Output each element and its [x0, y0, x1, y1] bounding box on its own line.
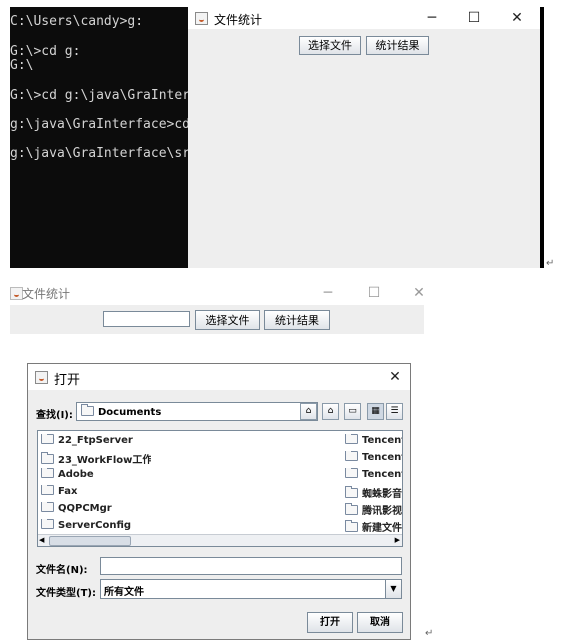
select-file-button[interactable]: 选择文件: [195, 310, 260, 330]
list-view-icon[interactable]: ▦: [367, 403, 384, 420]
lookin-value: Documents: [98, 407, 162, 418]
folder-icon: [41, 452, 54, 464]
title-bar: 文件统计 ─ ☐ ✕: [188, 7, 540, 29]
list-item[interactable]: Adobe: [41, 468, 151, 483]
new-folder-icon[interactable]: ▭: [344, 403, 361, 420]
window-border: [540, 7, 544, 268]
scrollbar-thumb[interactable]: [49, 536, 131, 546]
folder-icon: [41, 502, 54, 512]
paragraph-mark: ↵: [546, 258, 555, 269]
java-icon: [195, 12, 208, 25]
console-line: G:\: [10, 58, 34, 73]
list-item[interactable]: ServerConfig: [41, 519, 151, 534]
filetype-value: 所有文件: [104, 587, 144, 598]
folder-icon: [81, 404, 94, 416]
list-item[interactable]: 23_WorkFlow工作流: [41, 451, 151, 466]
open-button[interactable]: 打开: [307, 612, 353, 633]
stats-result-button[interactable]: 统计结果: [264, 310, 330, 330]
cancel-button[interactable]: 取消: [357, 612, 403, 633]
folder-icon: [345, 451, 358, 461]
horizontal-scrollbar[interactable]: ◀ ▶: [38, 534, 402, 546]
list-item[interactable]: QQPCMgr: [41, 502, 151, 517]
list-item[interactable]: Fax: [41, 485, 151, 500]
console-line: C:\Users\candy>g:: [10, 14, 144, 29]
list-item[interactable]: Tencent: [345, 434, 402, 449]
maximize-icon[interactable]: ☐: [464, 10, 484, 26]
console-line: G:\>cd g:: [10, 44, 81, 59]
console-window: C:\Users\candy>g: G:\>cd g: G:\ G:\>cd g…: [10, 7, 190, 268]
console-line: g:\java\GraInterface>cd g: [10, 117, 190, 132]
list-item[interactable]: 22_FtpServer: [41, 434, 151, 449]
list-item[interactable]: Tencent F: [345, 451, 402, 466]
list-item[interactable]: 腾讯影视库: [345, 502, 402, 517]
folder-icon: [345, 520, 358, 532]
scroll-left-icon[interactable]: ◀: [39, 536, 44, 544]
close-icon[interactable]: ✕: [507, 10, 527, 26]
java-icon: [35, 371, 48, 384]
chevron-down-icon[interactable]: ▼: [385, 580, 401, 598]
open-file-dialog: 打开 ✕ 查找(I): Documents ▼ ⌂ ⌂ ▭ ▦ ☰ 22_Ftp…: [27, 363, 411, 640]
stats-result-button[interactable]: 统计结果: [366, 36, 429, 55]
title-bar: 文件统计 ─ ☐ ✕: [10, 282, 430, 304]
folder-icon: [41, 434, 54, 444]
window-title: 文件统计: [22, 287, 71, 301]
folder-icon: [345, 486, 358, 498]
paragraph-mark: ↵: [425, 628, 434, 639]
folder-icon: [41, 485, 54, 495]
filename-input[interactable]: [100, 557, 402, 575]
dialog-title: 打开: [54, 373, 81, 388]
home-icon[interactable]: ⌂: [322, 403, 339, 420]
filetype-label: 文件类型(T):: [36, 588, 96, 599]
maximize-icon[interactable]: ☐: [364, 285, 384, 301]
window-title: 文件统计: [214, 13, 263, 27]
close-icon[interactable]: ✕: [409, 285, 429, 301]
filename-label: 文件名(N):: [36, 565, 88, 576]
console-line: G:\>cd g:\java\GraInterfa: [10, 88, 190, 103]
list-item[interactable]: Tencent C: [345, 468, 402, 483]
console-line: g:\java\GraInterface\src>: [10, 146, 190, 161]
scroll-right-icon[interactable]: ▶: [395, 536, 400, 544]
file-stats-window: 文件统计 ─ ☐ ✕ 选择文件 统计结果: [188, 7, 540, 268]
minimize-icon[interactable]: ─: [318, 285, 338, 301]
up-folder-icon[interactable]: ⌂: [300, 403, 317, 420]
path-input[interactable]: [103, 311, 190, 327]
minimize-icon[interactable]: ─: [422, 10, 442, 26]
close-icon[interactable]: ✕: [385, 369, 405, 385]
file-stats-window: 选择文件 统计结果: [10, 305, 424, 334]
filetype-combo[interactable]: 所有文件 ▼: [100, 579, 402, 599]
folder-icon: [345, 434, 358, 444]
folder-icon: [345, 503, 358, 515]
file-list[interactable]: 22_FtpServer 23_WorkFlow工作流 Adobe Fax QQ…: [37, 430, 403, 547]
folder-icon: [41, 468, 54, 478]
list-item[interactable]: 蜘蛛影音: [345, 485, 402, 500]
select-file-button[interactable]: 选择文件: [299, 36, 361, 55]
lookin-label: 查找(I):: [36, 410, 73, 421]
list-item[interactable]: 新建文件夹: [345, 519, 402, 534]
lookin-combo[interactable]: Documents ▼: [76, 402, 318, 421]
details-view-icon[interactable]: ☰: [386, 403, 403, 420]
folder-icon: [41, 519, 54, 529]
title-bar: 打开 ✕: [28, 364, 410, 390]
folder-icon: [345, 468, 358, 478]
